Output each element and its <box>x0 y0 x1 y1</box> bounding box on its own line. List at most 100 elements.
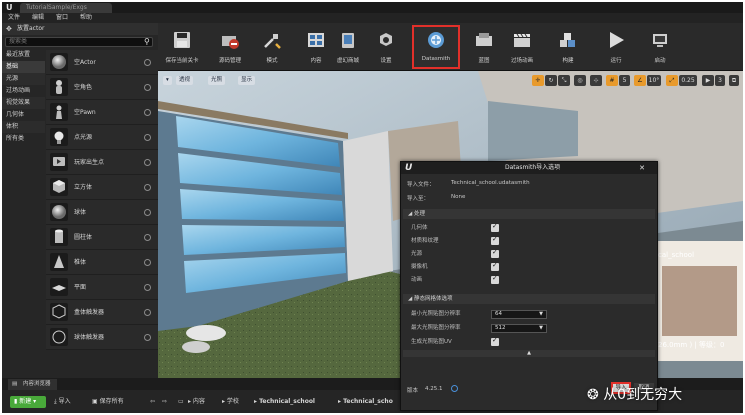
option-cameras-label: 摄像机 <box>411 264 428 270</box>
new-button[interactable]: ▮ 新建 ▾ <box>10 396 46 408</box>
rotation-snap-icon[interactable]: ∠ <box>634 75 646 86</box>
min-lightmap-select[interactable]: 64 ▼ <box>491 310 547 319</box>
world-space-icon[interactable]: ◎ <box>574 75 586 86</box>
menu-edit[interactable]: 编辑 <box>32 13 44 23</box>
search-icon[interactable]: ⚲ <box>144 37 154 47</box>
actor-item-cylinder[interactable]: 圆柱体 <box>46 225 158 250</box>
actor-item-box-trigger[interactable]: 盒体触发器 <box>46 300 158 325</box>
option-animation-checkbox[interactable] <box>491 274 499 284</box>
category-lights[interactable]: 光源 <box>2 73 45 85</box>
category-all-classes[interactable]: 所有类 <box>2 133 45 145</box>
camera-speed-value[interactable]: 3 <box>715 75 725 86</box>
menu-file[interactable]: 文件 <box>8 13 20 23</box>
lit-button[interactable]: 光照 <box>208 76 226 85</box>
static-mesh-section-header[interactable]: ◢ 静态网格体选项 <box>403 294 655 304</box>
forward-button[interactable]: ⇨ <box>162 396 167 408</box>
source-control-button[interactable]: 源码管理 <box>208 27 252 67</box>
category-volumes[interactable]: 体积 <box>2 121 45 133</box>
actor-item-cone[interactable]: 椎体 <box>46 250 158 275</box>
rotation-snap-value[interactable]: 10° <box>647 75 661 86</box>
scale-tool-icon[interactable]: ⤡ <box>558 75 570 86</box>
scale-snap-value[interactable]: 0.25 <box>679 75 697 86</box>
info-icon[interactable] <box>144 134 151 141</box>
settings-button[interactable]: 设置 <box>364 27 408 67</box>
actor-item-plane[interactable]: 平面 <box>46 275 158 300</box>
info-icon[interactable] <box>144 159 151 166</box>
rotate-tool-icon[interactable]: ↻ <box>545 75 557 86</box>
option-geometry-checkbox[interactable] <box>491 222 499 232</box>
option-cameras-checkbox[interactable] <box>491 261 499 271</box>
camera-speed-icon[interactable]: ▶ <box>702 75 714 86</box>
info-icon[interactable] <box>144 59 151 66</box>
actor-item-player-start[interactable]: 玩家出生点 <box>46 150 158 175</box>
info-icon[interactable] <box>144 184 151 191</box>
menu-help[interactable]: 帮助 <box>80 13 92 23</box>
surface-snap-icon[interactable]: ⊹ <box>590 75 602 86</box>
datasmith-button[interactable]: Datasmith <box>412 25 460 69</box>
grid-snap-icon[interactable]: # <box>606 75 618 86</box>
info-icon[interactable] <box>144 334 151 341</box>
level-tab[interactable]: TutorialSample/Exgs <box>20 3 112 13</box>
actor-item-cube[interactable]: 立方体 <box>46 175 158 200</box>
category-geometry[interactable]: 几何体 <box>2 109 45 121</box>
viewport-options-button[interactable]: ▾ <box>163 76 172 85</box>
save-all-button[interactable]: ▣ 保存所有 <box>92 396 124 408</box>
modes-button[interactable]: 模式 <box>250 27 294 67</box>
max-lightmap-select[interactable]: 512 ▼ <box>491 324 547 333</box>
save-current-button[interactable]: 保存当前关卡 <box>160 27 204 67</box>
search-input[interactable]: 搜索类 <box>5 37 153 47</box>
menu-window[interactable]: 窗口 <box>56 13 68 23</box>
place-actors-title: 放置actor <box>17 25 45 32</box>
perspective-button[interactable]: 透视 <box>176 76 194 85</box>
info-icon[interactable] <box>144 209 151 216</box>
cinematics-button[interactable]: 过场动画 <box>500 27 544 67</box>
path-school[interactable]: ▸ 学校 <box>222 396 239 408</box>
translate-tool-icon[interactable]: ✛ <box>532 75 544 86</box>
category-cinematic[interactable]: 过场动画 <box>2 85 45 97</box>
show-button[interactable]: 显示 <box>238 76 256 85</box>
import-button[interactable]: ⤓ 导入 <box>54 396 71 408</box>
actor-item-sphere-trigger[interactable]: 球体触发器 <box>46 325 158 350</box>
option-materials-checkbox[interactable] <box>491 235 499 245</box>
category-basic[interactable]: 基础 <box>2 61 45 73</box>
actor-item-label: 平面 <box>74 284 87 291</box>
import-to-label: 导入至： <box>407 196 430 202</box>
category-visual-effects[interactable]: 视觉效果 <box>2 97 45 109</box>
collapse-arrow-icon[interactable]: ▲ <box>403 350 655 357</box>
info-icon[interactable] <box>144 84 151 91</box>
build-button[interactable]: 构建 <box>546 27 590 67</box>
launch-icon <box>653 34 667 47</box>
gen-lightmap-uv-checkbox[interactable] <box>491 336 499 346</box>
content-browser-tab[interactable]: ▤ 内容浏览器 <box>8 379 57 390</box>
unreal-logo-icon: U <box>405 163 413 173</box>
launch-button[interactable]: 启动 <box>638 27 682 67</box>
info-icon[interactable] <box>144 234 151 241</box>
grid-snap-value[interactable]: 5 <box>619 75 630 86</box>
scale-snap-icon[interactable]: ⤢ <box>666 75 678 86</box>
help-icon[interactable] <box>451 385 458 392</box>
actor-item-empty-character[interactable]: 空角色 <box>46 75 158 100</box>
info-icon[interactable] <box>144 259 151 266</box>
version-label: 版本 <box>407 388 419 394</box>
path-technical-school[interactable]: ▸ Technical_school <box>254 396 315 408</box>
play-button[interactable]: 运行 <box>594 27 638 67</box>
maximize-viewport-icon[interactable]: ⧉ <box>729 75 739 86</box>
actor-item-empty-pawn[interactable]: 空Pawn <box>46 100 158 125</box>
option-materials-label: 材质和纹理 <box>411 238 439 244</box>
actor-item-empty-actor[interactable]: 空Actor <box>46 50 158 75</box>
info-icon[interactable] <box>144 284 151 291</box>
cinematics-label: 过场动画 <box>510 58 533 64</box>
option-lights-checkbox[interactable] <box>491 248 499 258</box>
close-icon[interactable]: ✕ <box>631 163 653 173</box>
option-animation-label: 动画 <box>411 277 423 283</box>
process-section-header[interactable]: ◢ 处理 <box>403 209 655 219</box>
actor-item-point-light[interactable]: 点光源 <box>46 125 158 150</box>
info-icon[interactable] <box>144 309 151 316</box>
back-button[interactable]: ⇦ <box>150 396 155 408</box>
actor-item-sphere[interactable]: 球体 <box>46 200 158 225</box>
category-recent[interactable]: 最近放置 <box>2 49 45 61</box>
path-content[interactable]: ▸ 内容 <box>188 396 205 408</box>
path-technical-school-2[interactable]: ▸ Technical_scho <box>338 396 393 408</box>
place-actors-panel: ✥ 放置actor 搜索类 ⚲ 最近放置 基础 光源 过场动画 视觉效果 几何体… <box>2 23 158 378</box>
info-icon[interactable] <box>144 109 151 116</box>
